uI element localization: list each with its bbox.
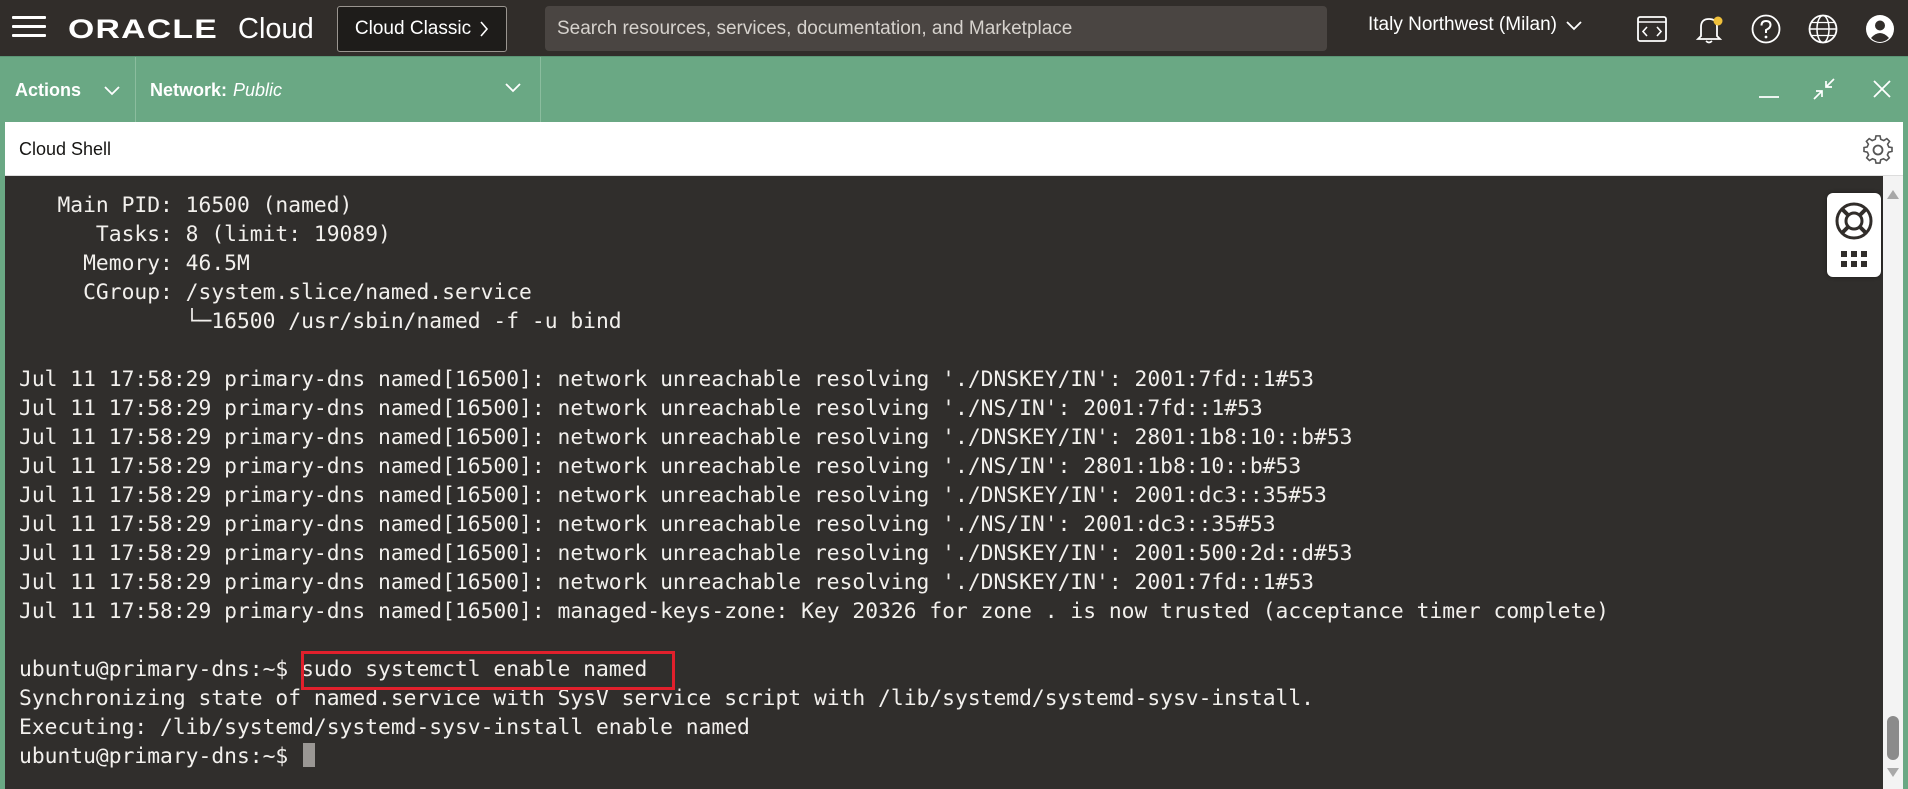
- panel-right-border: [1903, 122, 1908, 789]
- restore-icon[interactable]: [1808, 73, 1840, 105]
- cloud-shell-titlebar: Cloud Shell: [5, 122, 1903, 176]
- search-input[interactable]: Search resources, services, documentatio…: [545, 6, 1327, 51]
- terminal-line: Executing: /lib/systemd/systemd-sysv-ins…: [19, 715, 750, 740]
- chevron-down-icon: [104, 86, 120, 96]
- logo-oracle-text: ORACLE: [68, 13, 218, 44]
- scroll-up-arrow-icon[interactable]: [1887, 190, 1899, 199]
- terminal-scrollbar[interactable]: [1883, 176, 1903, 789]
- cloud-classic-label: Cloud Classic: [354, 18, 472, 39]
- actions-menu[interactable]: Actions: [0, 57, 136, 123]
- terminal-line: └─16500 /usr/sbin/named -f -u bind: [19, 309, 622, 334]
- terminal-output[interactable]: Main PID: 16500 (named) Tasks: 8 (limit:…: [5, 176, 1883, 789]
- help-icon[interactable]: [1749, 12, 1783, 46]
- scrollbar-thumb[interactable]: [1887, 716, 1899, 760]
- terminal-line: Main PID: 16500 (named): [19, 193, 353, 218]
- hamburger-menu-icon[interactable]: [12, 16, 46, 40]
- chevron-down-icon: [505, 83, 521, 93]
- region-label: Italy Northwest (Milan): [1368, 14, 1557, 35]
- lifebuoy-icon: [1835, 202, 1873, 240]
- terminal-line: Tasks: 8 (limit: 19089): [19, 222, 391, 247]
- chevron-right-icon: [480, 21, 489, 37]
- minimize-icon[interactable]: [1753, 73, 1785, 105]
- region-selector[interactable]: Italy Northwest (Milan): [1368, 14, 1583, 36]
- cloud-classic-button[interactable]: Cloud Classic: [337, 6, 507, 52]
- terminal-line: Jul 11 17:58:29 primary-dns named[16500]…: [19, 367, 1315, 392]
- cloud-shell-toolbar: Actions Network: Public: [0, 56, 1908, 123]
- help-widget[interactable]: [1827, 193, 1881, 277]
- search-placeholder: Search resources, services, documentatio…: [557, 17, 1073, 39]
- terminal-line: Jul 11 17:58:29 primary-dns named[16500]…: [19, 512, 1276, 537]
- scroll-down-arrow-icon[interactable]: [1887, 768, 1899, 777]
- language-globe-icon[interactable]: [1806, 12, 1840, 46]
- terminal-prompt: ubuntu@primary-dns:~$: [19, 744, 302, 769]
- terminal-line: Jul 11 17:58:29 primary-dns named[16500]…: [19, 425, 1353, 450]
- terminal-line: Jul 11 17:58:29 primary-dns named[16500]…: [19, 541, 1353, 566]
- network-label: Network:: [150, 79, 228, 100]
- terminal-line: Jul 11 17:58:29 primary-dns named[16500]…: [19, 570, 1315, 595]
- network-value: Public: [233, 79, 283, 100]
- terminal-cursor: [303, 743, 316, 767]
- terminal-line: Memory: 46.5M: [19, 251, 250, 276]
- top-header: ORACLE Cloud Cloud Classic Search resour…: [0, 0, 1908, 56]
- terminal-prompt-line[interactable]: ubuntu@primary-dns:~$: [19, 742, 316, 771]
- chevron-down-icon: [1566, 21, 1582, 31]
- notification-bell-icon[interactable]: [1692, 12, 1726, 46]
- terminal-line: Jul 11 17:58:29 primary-dns named[16500]…: [19, 396, 1263, 421]
- network-selector[interactable]: Network: Public: [136, 57, 541, 123]
- terminal-line: Jul 11 17:58:29 primary-dns named[16500]…: [19, 483, 1327, 508]
- oracle-cloud-logo[interactable]: ORACLE Cloud: [68, 13, 314, 45]
- command-highlight-box: [301, 651, 675, 690]
- user-avatar-icon[interactable]: [1863, 12, 1897, 46]
- panel-title: Cloud Shell: [19, 139, 112, 159]
- terminal-line: Jul 11 17:58:29 primary-dns named[16500]…: [19, 454, 1302, 479]
- settings-gear-icon[interactable]: [1863, 135, 1893, 165]
- code-editor-icon[interactable]: [1635, 12, 1669, 46]
- terminal-line: CGroup: /system.slice/named.service: [19, 280, 532, 305]
- actions-label: Actions: [15, 79, 82, 100]
- terminal-line: Jul 11 17:58:29 primary-dns named[16500]…: [19, 599, 1609, 624]
- close-icon[interactable]: [1866, 73, 1898, 105]
- apps-grid-icon: [1841, 251, 1867, 267]
